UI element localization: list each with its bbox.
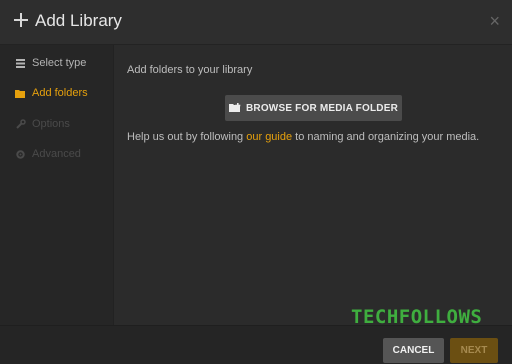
- folder-icon: [14, 87, 26, 99]
- sidebar-item-options[interactable]: Options: [14, 115, 70, 133]
- browse-folder-button[interactable]: BROWSE FOR MEDIA FOLDER: [225, 95, 402, 121]
- wrench-icon: [14, 118, 26, 130]
- plus-icon: [14, 13, 28, 27]
- add-library-dialog: Add Library × Select type Add folders Op…: [0, 0, 512, 364]
- browse-button-label: BROWSE FOR MEDIA FOLDER: [245, 102, 398, 114]
- sidebar-item-add-folders[interactable]: Add folders: [14, 84, 88, 102]
- list-icon: [14, 57, 26, 69]
- sidebar-item-label: Options: [32, 118, 70, 130]
- sidebar-item-label: Advanced: [32, 148, 81, 160]
- guide-link[interactable]: our guide: [246, 131, 292, 143]
- folder-plus-icon: [228, 103, 241, 113]
- close-button[interactable]: ×: [489, 10, 500, 32]
- sidebar-item-advanced[interactable]: Advanced: [14, 145, 81, 163]
- dialog-footer: CANCEL NEXT: [0, 325, 512, 364]
- gear-icon: [14, 148, 26, 160]
- intro-text: Add folders to your library: [127, 64, 253, 76]
- next-button[interactable]: NEXT: [450, 338, 498, 363]
- help-prefix: Help us out by following: [127, 131, 247, 143]
- help-text: Help us out by following our guide to na…: [127, 131, 479, 143]
- help-suffix: to naming and organizing your media.: [292, 131, 480, 143]
- sidebar-item-label: Select type: [32, 57, 87, 69]
- cancel-button[interactable]: CANCEL: [383, 338, 444, 363]
- main-content: Add folders to your library BROWSE FOR M…: [114, 45, 512, 325]
- dialog-header: Add Library ×: [0, 0, 512, 45]
- sidebar: Select type Add folders Options Advanced: [0, 45, 114, 325]
- sidebar-item-label: Add folders: [32, 87, 88, 99]
- dialog-title: Add Library: [35, 11, 122, 30]
- sidebar-item-select-type[interactable]: Select type: [14, 54, 86, 72]
